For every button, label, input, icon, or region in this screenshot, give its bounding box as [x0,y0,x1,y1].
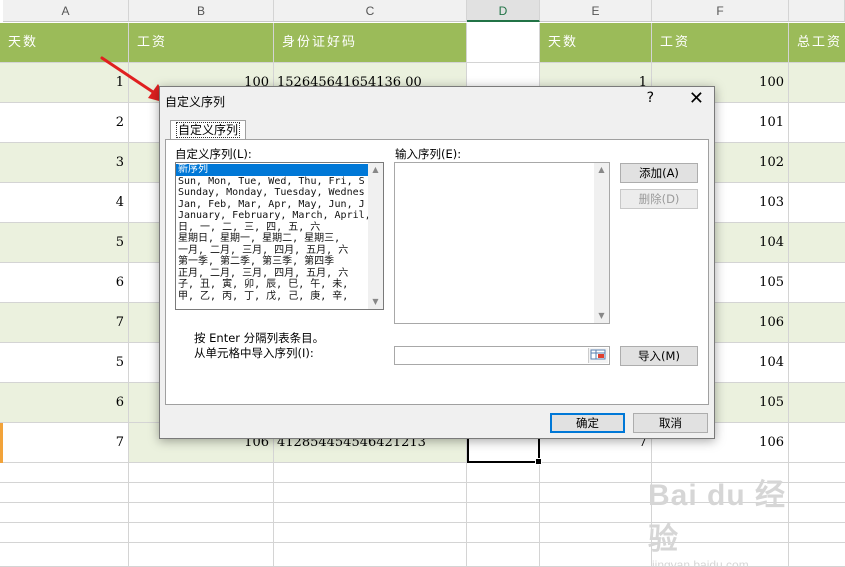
watermark-url: jingyan.baidu.com [652,558,749,567]
baidu-jingyan-watermark: Bai du 经验 jingyan.baidu.com [648,470,808,567]
import-range-input[interactable] [394,346,610,365]
range-select-icon[interactable] [588,348,608,363]
cell-c15[interactable] [274,523,467,543]
cell-g7[interactable] [789,263,845,303]
cell-d15[interactable] [467,523,540,543]
list-item[interactable]: 一月, 二月, 三月, 四月, 五月, 六 [176,245,368,257]
list-item[interactable]: 子, 丑, 寅, 卯, 辰, 巳, 午, 未, [176,279,368,291]
dialog-title: 自定义序列 [165,95,226,109]
tab-custom-lists[interactable]: 自定义序列 [170,120,247,140]
cell-d13[interactable] [467,483,540,503]
cell-a5[interactable]: 4 [0,183,129,223]
cell-a13[interactable] [0,483,129,503]
cell-g4[interactable] [789,143,845,183]
scroll-down-icon[interactable]: ▼ [594,309,609,323]
cell-b15[interactable] [129,523,274,543]
column-header-c[interactable]: C [274,0,467,22]
cell-a14[interactable] [0,503,129,523]
import-from-cells-label: 从单元格中导入序列(I): [194,346,314,360]
scroll-up-icon[interactable]: ▲ [368,163,383,177]
custom-lists-pane: 自定义序列(L): 输入序列(E): 新序列 Sun, Mon, Tue, We… [165,139,709,405]
enter-separator-hint: 按 Enter 分隔列表条目。 [194,331,325,345]
column-header-e[interactable]: E [540,0,652,22]
cell-e16[interactable] [540,543,652,567]
column-header-a[interactable]: A [3,0,129,22]
textarea-scrollbar[interactable]: ▲ ▼ [594,163,609,323]
list-item[interactable]: 第一季, 第二季, 第三季, 第四季 [176,256,368,268]
column-header-g[interactable] [789,0,845,22]
cell-c16[interactable] [274,543,467,567]
list-entries-label: 输入序列(E): [395,147,462,161]
cell-g2[interactable] [789,63,845,103]
cell-b13[interactable] [129,483,274,503]
cell-e15[interactable] [540,523,652,543]
list-item[interactable]: 正月, 二月, 三月, 四月, 五月, 六 [176,268,368,280]
list-item[interactable]: January, February, March, April, [176,210,371,222]
row-selection-indicator [0,423,3,463]
cell-a11[interactable]: 7 [0,423,129,463]
cell-a15[interactable] [0,523,129,543]
column-header-f[interactable]: F [652,0,789,22]
listbox-scrollbar[interactable]: ▲ ▼ [368,163,383,309]
cell-g11[interactable] [789,423,845,463]
cell-e14[interactable] [540,503,652,523]
cell-d14[interactable] [467,503,540,523]
list-item[interactable]: Sunday, Monday, Tuesday, Wednes [176,187,368,199]
cell-a16[interactable] [0,543,129,567]
cell-c13[interactable] [274,483,467,503]
cell-g8[interactable] [789,303,845,343]
cell-g6[interactable] [789,223,845,263]
scroll-up-icon[interactable]: ▲ [594,163,609,177]
list-item[interactable]: Sun, Mon, Tue, Wed, Thu, Fri, S [176,176,368,188]
custom-lists-dialog: 自定义序列 ? ✕ 自定义序列 自定义序列(L): 输入序列(E): 新序列 S… [159,86,715,439]
cell-b12[interactable] [129,463,274,483]
cell-g10[interactable] [789,383,845,423]
cell-a9[interactable]: 5 [0,343,129,383]
cell-g9[interactable] [789,343,845,383]
cell-c14[interactable] [274,503,467,523]
add-button[interactable]: 添加(A) [620,163,698,183]
help-icon[interactable]: ? [647,90,654,106]
cell-a10[interactable]: 6 [0,383,129,423]
cell-header-total-salary[interactable]: 总工资 [789,23,845,63]
scroll-down-icon[interactable]: ▼ [368,295,383,309]
cell-header-days-2[interactable]: 天数 [540,23,652,63]
list-item-new-list[interactable]: 新序列 [176,163,369,177]
list-item[interactable]: Jan, Feb, Mar, Apr, May, Jun, J [176,199,368,211]
cell-b14[interactable] [129,503,274,523]
import-button[interactable]: 导入(M) [620,346,698,366]
cell-g3[interactable] [789,103,845,143]
list-item[interactable]: 甲, 乙, 丙, 丁, 戊, 己, 庚, 辛, [176,291,368,303]
close-icon[interactable]: ✕ [689,88,704,109]
tab-label: 自定义序列 [176,122,241,138]
watermark-logo: Bai du 经验 [648,479,787,556]
custom-lists-label: 自定义序列(L): [175,147,252,161]
list-item[interactable]: 日, 一, 二, 三, 四, 五, 六 [176,222,368,234]
cell-d16[interactable] [467,543,540,567]
cell-g5[interactable] [789,183,845,223]
cell-d1[interactable] [467,23,540,63]
cell-header-salary-2[interactable]: 工资 [652,23,789,63]
ok-button[interactable]: 确定 [550,413,625,433]
cell-e13[interactable] [540,483,652,503]
cell-a6[interactable]: 5 [0,223,129,263]
cell-b16[interactable] [129,543,274,567]
cell-a8[interactable]: 7 [0,303,129,343]
cell-d12[interactable] [467,463,540,483]
cell-c12[interactable] [274,463,467,483]
column-header-d[interactable]: D [467,0,540,22]
list-entries-textarea[interactable]: ▲ ▼ [394,162,610,324]
column-header-b[interactable]: B [129,0,274,22]
cell-e12[interactable] [540,463,652,483]
cell-a7[interactable]: 6 [0,263,129,303]
delete-button[interactable]: 删除(D) [620,189,698,209]
custom-lists-listbox[interactable]: 新序列 Sun, Mon, Tue, Wed, Thu, Fri, S Sund… [175,162,384,310]
cancel-button[interactable]: 取消 [633,413,708,433]
cell-header-id-number[interactable]: 身份证好码 [274,23,467,63]
cell-a4[interactable]: 3 [0,143,129,183]
cell-a12[interactable] [0,463,129,483]
list-item[interactable]: 星期日, 星期一, 星期二, 星期三, [176,233,368,245]
